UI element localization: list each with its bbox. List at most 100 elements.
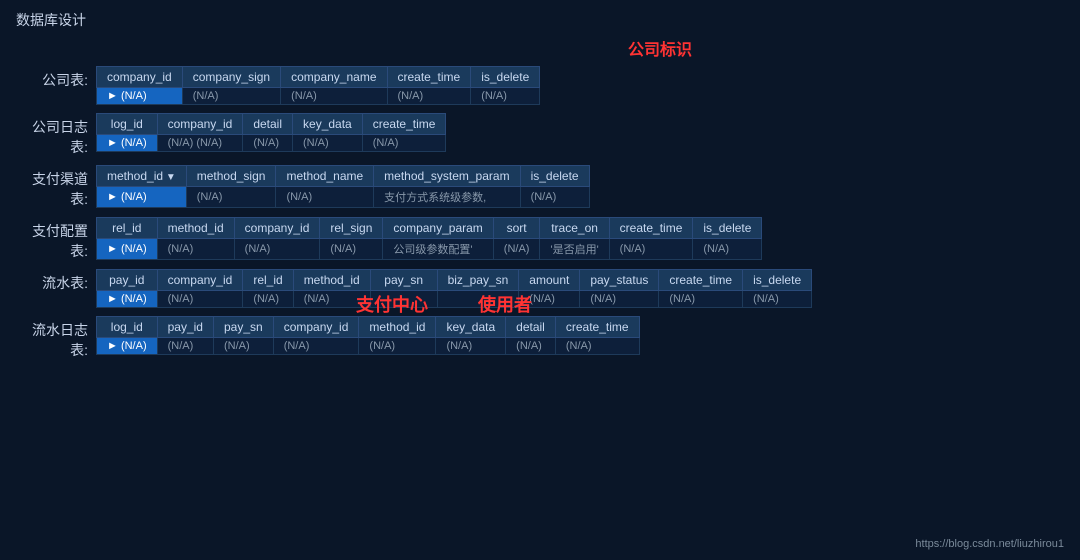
- col-company-id: company_id: [273, 317, 359, 338]
- col-company-param: company_param: [383, 218, 493, 239]
- cell: (N/A): [387, 88, 471, 105]
- cell: (N/A): [555, 338, 639, 355]
- cell: (N/A): [659, 291, 743, 308]
- cell: (N/A): [276, 187, 374, 208]
- col-is-delete: is_delete: [693, 218, 762, 239]
- company-table-label: 公司表:: [16, 66, 96, 90]
- cell: (N/A): [157, 338, 213, 355]
- col-is-delete: is_delete: [743, 270, 812, 291]
- col-pay-status: pay_status: [580, 270, 659, 291]
- cell: (N/A): [493, 239, 540, 260]
- cell: (N/A): [580, 291, 659, 308]
- col-amount: amount: [519, 270, 580, 291]
- cell: 公司级参数配置': [383, 239, 493, 260]
- footer-link: https://blog.csdn.net/liuzhirou1: [915, 538, 1064, 550]
- pay-config-table: rel_id method_id company_id rel_sign com…: [96, 217, 762, 260]
- cell: (N/A): [743, 291, 812, 308]
- cell: (N/A): [213, 338, 273, 355]
- cell: (N/A): [359, 338, 436, 355]
- cell: '是否启用': [540, 239, 609, 260]
- cell: (N/A): [436, 338, 506, 355]
- col-create-time: create_time: [555, 317, 639, 338]
- cell: ► (N/A): [97, 291, 158, 308]
- cell: (N/A): [243, 291, 293, 308]
- cell: 支付方式系统级参数,: [374, 187, 520, 208]
- cell: ► (N/A): [97, 135, 158, 152]
- cell: (N/A): [234, 239, 320, 260]
- cell: ► (N/A): [97, 239, 158, 260]
- col-create-time: create_time: [659, 270, 743, 291]
- cell: (N/A): [520, 187, 589, 208]
- col-method-name: method_name: [276, 166, 374, 187]
- col-method-id: method_id: [157, 218, 234, 239]
- col-detail: detail: [506, 317, 556, 338]
- col-log-id: log_id: [97, 114, 158, 135]
- company-log-table: log_id company_id detail key_data create…: [96, 113, 446, 152]
- col-company-id: company_id: [157, 270, 243, 291]
- col-method-id: method_id: [293, 270, 370, 291]
- cell: (N/A): [293, 135, 363, 152]
- col-method-id: method_id: [359, 317, 436, 338]
- col-sort: sort: [493, 218, 540, 239]
- col-company-name: company_name: [281, 67, 387, 88]
- cell: (N/A) (N/A): [157, 135, 243, 152]
- cell: (N/A): [609, 239, 693, 260]
- cell: (N/A): [157, 239, 234, 260]
- cell: (N/A): [506, 338, 556, 355]
- cell: (N/A): [693, 239, 762, 260]
- col-pay-sn: pay_sn: [370, 270, 437, 291]
- cell: ► (N/A): [97, 88, 183, 105]
- cell: (N/A): [471, 88, 540, 105]
- cell: (N/A): [186, 187, 276, 208]
- col-is-delete: is_delete: [520, 166, 589, 187]
- col-create-time: create_time: [387, 67, 471, 88]
- pay-channel-table-label: 支付渠道表:: [16, 165, 96, 209]
- col-company-id: company_id: [234, 218, 320, 239]
- cell: (N/A): [281, 88, 387, 105]
- center-label: 公司标识: [256, 36, 1064, 60]
- col-rel-id: rel_id: [97, 218, 158, 239]
- col-pay-id: pay_id: [157, 317, 213, 338]
- col-create-time: create_time: [609, 218, 693, 239]
- flow-log-table-label: 流水日志表:: [16, 316, 96, 360]
- cell: (N/A): [182, 88, 280, 105]
- col-company-sign: company_sign: [182, 67, 280, 88]
- company-table-row: 公司表: company_id company_sign company_nam…: [16, 66, 1064, 105]
- cell: ► (N/A): [97, 338, 158, 355]
- col-method-sign: method_sign: [186, 166, 276, 187]
- col-detail: detail: [243, 114, 293, 135]
- col-log-id: log_id: [97, 317, 158, 338]
- col-is-delete: is_delete: [471, 67, 540, 88]
- page-title: 数据库设计: [0, 0, 1080, 36]
- cell: ► (N/A): [97, 187, 187, 208]
- pay-channel-table: method_id method_sign method_name method…: [96, 165, 590, 208]
- cell: (N/A): [519, 291, 580, 308]
- flow-log-table-row: 流水日志表: log_id pay_id pay_sn company_id m…: [16, 316, 1064, 360]
- flow-table-label: 流水表:: [16, 269, 96, 293]
- cell: (N/A): [243, 135, 293, 152]
- flow-table-row: 流水表: pay_id company_id rel_id method_id …: [16, 269, 1064, 308]
- cell: (N/A): [157, 291, 243, 308]
- col-rel-id: rel_id: [243, 270, 293, 291]
- col-key-data: key_data: [293, 114, 363, 135]
- cell: (N/A): [362, 135, 446, 152]
- col-pay-id: pay_id: [97, 270, 158, 291]
- pay-config-table-label: 支付配置表:: [16, 217, 96, 261]
- col-trace-on: trace_on: [540, 218, 609, 239]
- col-method-id: method_id: [97, 166, 187, 187]
- company-log-table-row: 公司日志表: log_id company_id detail key_data…: [16, 113, 1064, 157]
- pay-channel-table-row: 支付渠道表: method_id method_sign method_name…: [16, 165, 1064, 209]
- cell: [437, 291, 519, 308]
- company-table: company_id company_sign company_name cre…: [96, 66, 540, 105]
- flow-log-table: log_id pay_id pay_sn company_id method_i…: [96, 316, 640, 355]
- cell: (N/A): [293, 291, 370, 308]
- flow-table: pay_id company_id rel_id method_id pay_s…: [96, 269, 812, 308]
- col-key-data: key_data: [436, 317, 506, 338]
- col-company-id: company_id: [157, 114, 243, 135]
- company-log-table-label: 公司日志表:: [16, 113, 96, 157]
- col-biz-pay-sn: biz_pay_sn: [437, 270, 519, 291]
- cell: (N/A): [273, 338, 359, 355]
- col-rel-sign: rel_sign: [320, 218, 383, 239]
- col-pay-sn: pay_sn: [213, 317, 273, 338]
- col-company-id: company_id: [97, 67, 183, 88]
